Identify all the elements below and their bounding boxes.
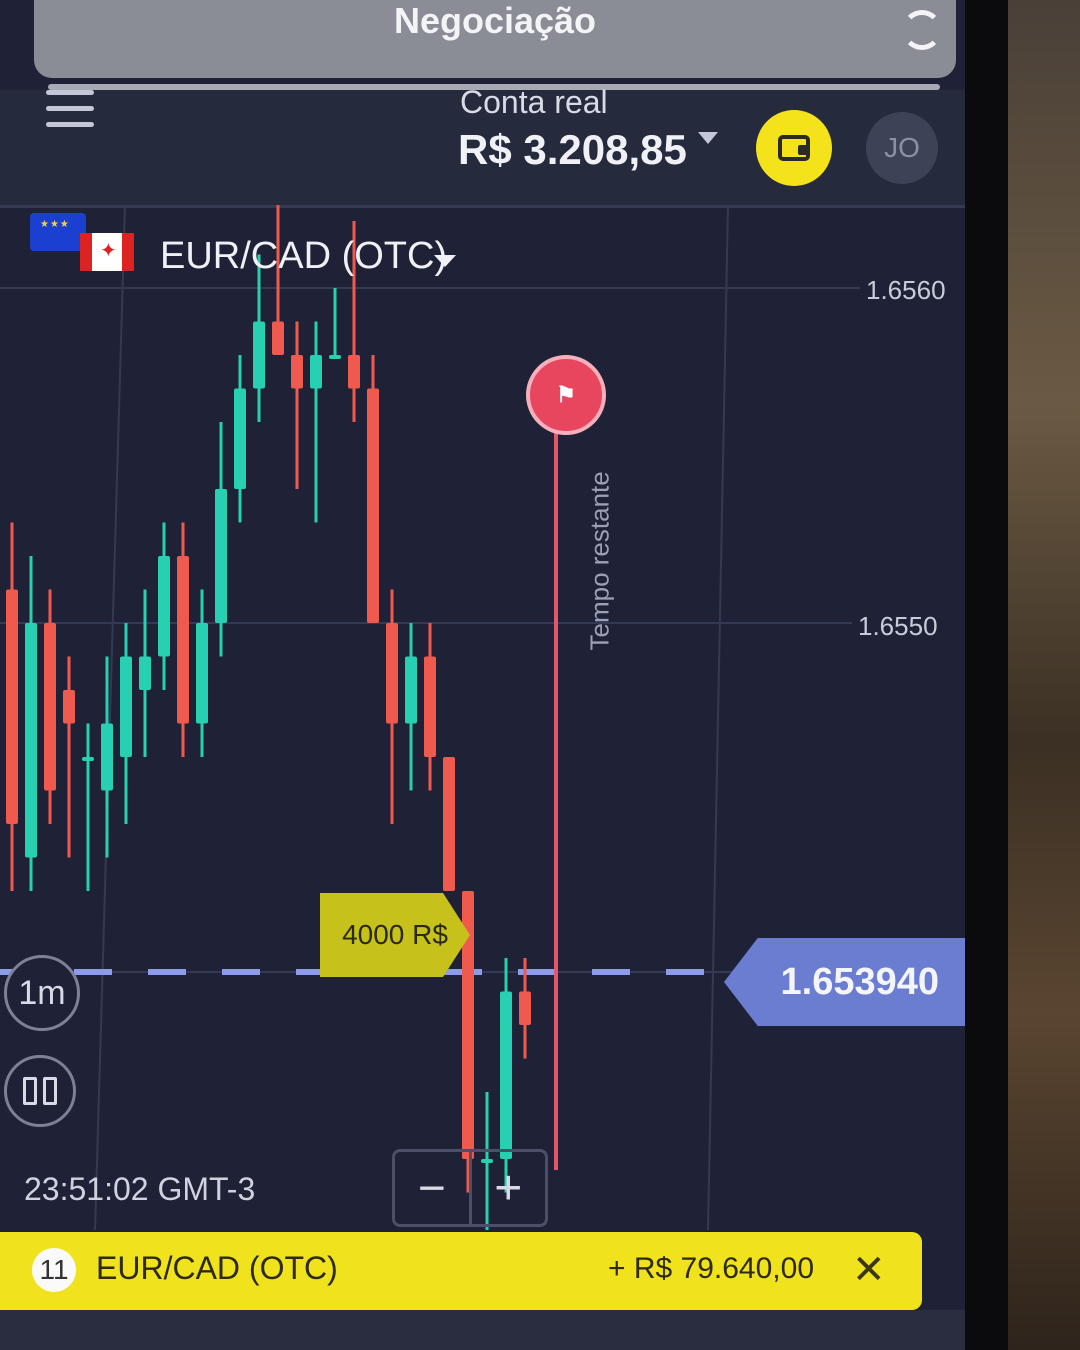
background-surface [1000,0,1080,1350]
candle [139,656,151,690]
grid-line [707,205,729,1230]
open-trade-bar[interactable]: 11 EUR/CAD (OTC) + R$ 79.640,00 ✕ [0,1232,922,1310]
candle [291,355,303,389]
candle [101,723,113,791]
candle [215,489,227,623]
sheet-title: Negociação [393,0,597,41]
candle [519,991,531,1025]
zoom-in-button[interactable]: + [472,1152,546,1224]
price-axis-label: 1.6550 [858,611,938,641]
chevron-down-icon[interactable] [698,132,718,144]
candle [253,321,265,389]
account-balance[interactable]: R$ 3.208,85 [458,126,687,174]
time-remaining-label: Tempo restante [584,471,615,651]
candle-icon [43,1077,57,1105]
asset-flags[interactable] [30,213,134,271]
canada-flag-icon [80,233,134,271]
trade-count-badge: 11 [32,1248,76,1292]
expiry-flag-icon: ⚑ [526,355,606,435]
eu-flag-icon [30,213,86,251]
zoom-control: − + [392,1149,548,1227]
current-price-tag: 1.653940 [724,938,965,1026]
trade-amount-tag[interactable]: 4000 R$ [320,893,470,977]
candle [443,757,455,891]
candle [348,355,360,389]
candle [63,690,75,724]
expiry-line [554,430,558,1170]
bottom-panel [0,1310,965,1350]
close-icon[interactable]: ✕ [852,1250,886,1290]
chart-type-button[interactable] [4,1055,76,1127]
wallet-icon [778,135,810,161]
trade-profit: + R$ 79.640,00 [608,1252,815,1285]
candle [500,991,512,1159]
candle [82,757,94,761]
refresh-icon[interactable] [902,10,942,50]
phone-bezel [958,0,1008,1350]
app-header: Conta real R$ 3.208,85 JO [0,84,965,208]
candle [177,556,189,724]
candle [44,623,56,791]
candle-icon [23,1077,37,1105]
server-clock: 23:51:02 GMT-3 [24,1171,256,1207]
price-chart[interactable]: EUR/CAD (OTC) 1.6560 1.6550 ⚑ Tempo rest… [0,205,965,1230]
candle [386,623,398,724]
candle [25,623,37,858]
wallet-button[interactable] [756,110,832,186]
candle [234,388,246,489]
account-label[interactable]: Conta real [460,84,608,121]
timeframe-button[interactable]: 1m [4,955,80,1031]
menu-icon[interactable] [46,90,96,134]
app-screen: Negociação Conta real R$ 3.208,85 JO EUR… [0,0,965,1350]
price-axis-label: 1.6560 [866,275,946,305]
candle [120,656,132,757]
candle [329,355,341,359]
candle [6,589,18,824]
candle [158,556,170,657]
zoom-out-button[interactable]: − [395,1152,472,1224]
top-sheet: Negociação [34,0,956,78]
asset-selector[interactable]: EUR/CAD (OTC) [160,235,447,278]
candle [405,656,417,724]
avatar[interactable]: JO [866,112,938,184]
candle [272,321,284,355]
candle [367,388,379,623]
trade-asset-name: EUR/CAD (OTC) [96,1250,338,1286]
candle [310,355,322,389]
candlestick-chart [0,205,965,1230]
chevron-down-icon[interactable] [434,255,456,267]
candle [196,623,208,724]
candle [424,656,436,757]
